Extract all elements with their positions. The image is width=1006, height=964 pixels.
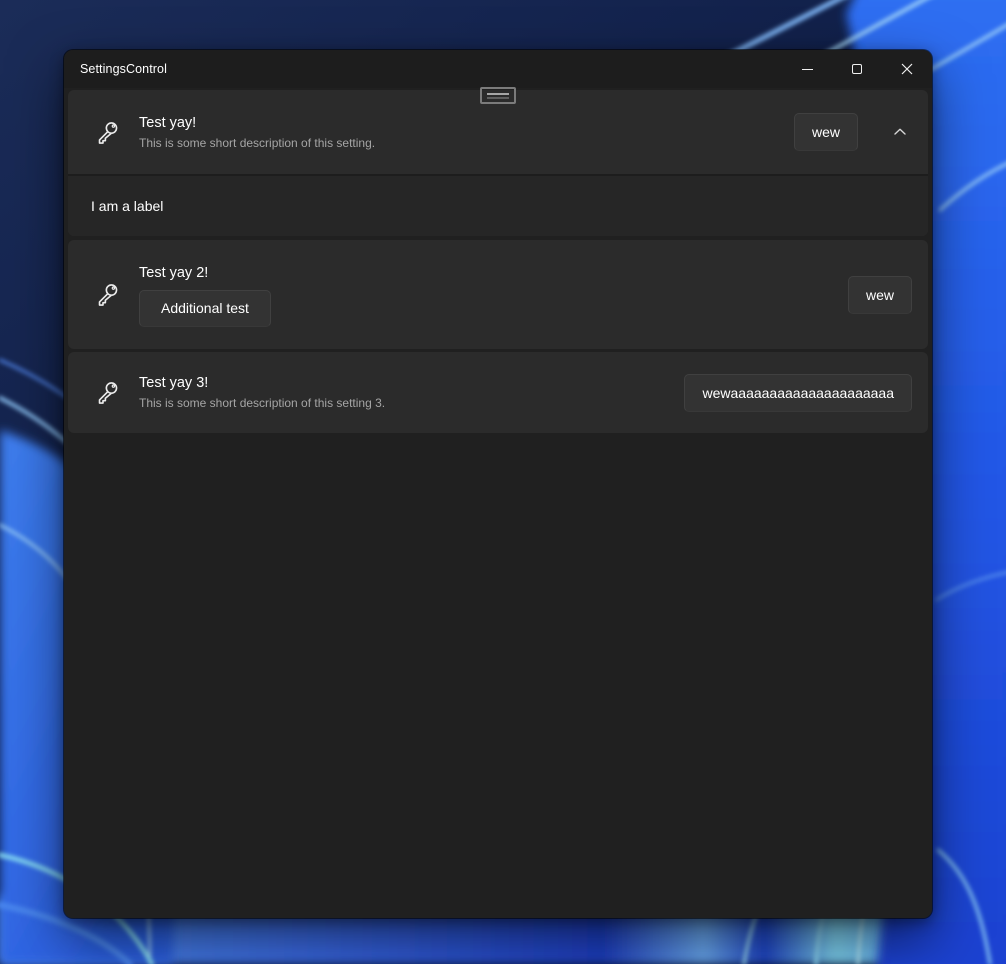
chevron-up-icon[interactable]: [892, 128, 908, 136]
card-description: This is some short description of this s…: [139, 396, 386, 410]
window-title: SettingsControl: [80, 62, 167, 76]
maximize-icon: [852, 64, 862, 74]
expander-content: I am a label: [68, 176, 928, 236]
card-title: Test yay!: [139, 114, 197, 131]
keyboard-gripper-icon: [480, 87, 516, 104]
minimize-button[interactable]: [782, 50, 832, 88]
card2-action-button[interactable]: wew: [847, 275, 912, 314]
card-title: Test yay 3!: [139, 375, 209, 391]
minimize-icon: [801, 68, 813, 70]
card-description: This is some short description of this s…: [139, 135, 376, 150]
window-content: Test yay! This is some short description…: [64, 87, 932, 918]
card-text-block: Test yay 3! This is some short descripti…: [139, 373, 684, 412]
key-icon: [94, 379, 120, 406]
maximize-button[interactable]: [832, 50, 882, 88]
settings-card-3: Test yay 3! This is some short descripti…: [68, 352, 928, 433]
key-icon: [94, 119, 120, 146]
close-button[interactable]: [882, 50, 932, 88]
caption-buttons: [782, 50, 932, 88]
titlebar: SettingsControl: [64, 50, 932, 88]
close-icon: [901, 63, 913, 75]
settings-card-2: Test yay 2! Additional test wew: [68, 240, 928, 349]
additional-test-button[interactable]: Additional test: [139, 289, 271, 327]
card-title: Test yay 2!: [139, 264, 209, 281]
card-text-block: Test yay 2! Additional test: [139, 263, 848, 327]
expander-content-label: I am a label: [91, 198, 164, 214]
expander-action-button[interactable]: wew: [793, 113, 858, 151]
key-icon: [94, 281, 120, 308]
app-window: SettingsControl Test yay! This is some s…: [64, 50, 932, 918]
settings-expander-card: Test yay! This is some short description…: [68, 90, 928, 236]
card-text-block: Test yay! This is some short description…: [139, 113, 794, 152]
card3-action-button[interactable]: wewaaaaaaaaaaaaaaaaaaaaa: [684, 373, 912, 412]
